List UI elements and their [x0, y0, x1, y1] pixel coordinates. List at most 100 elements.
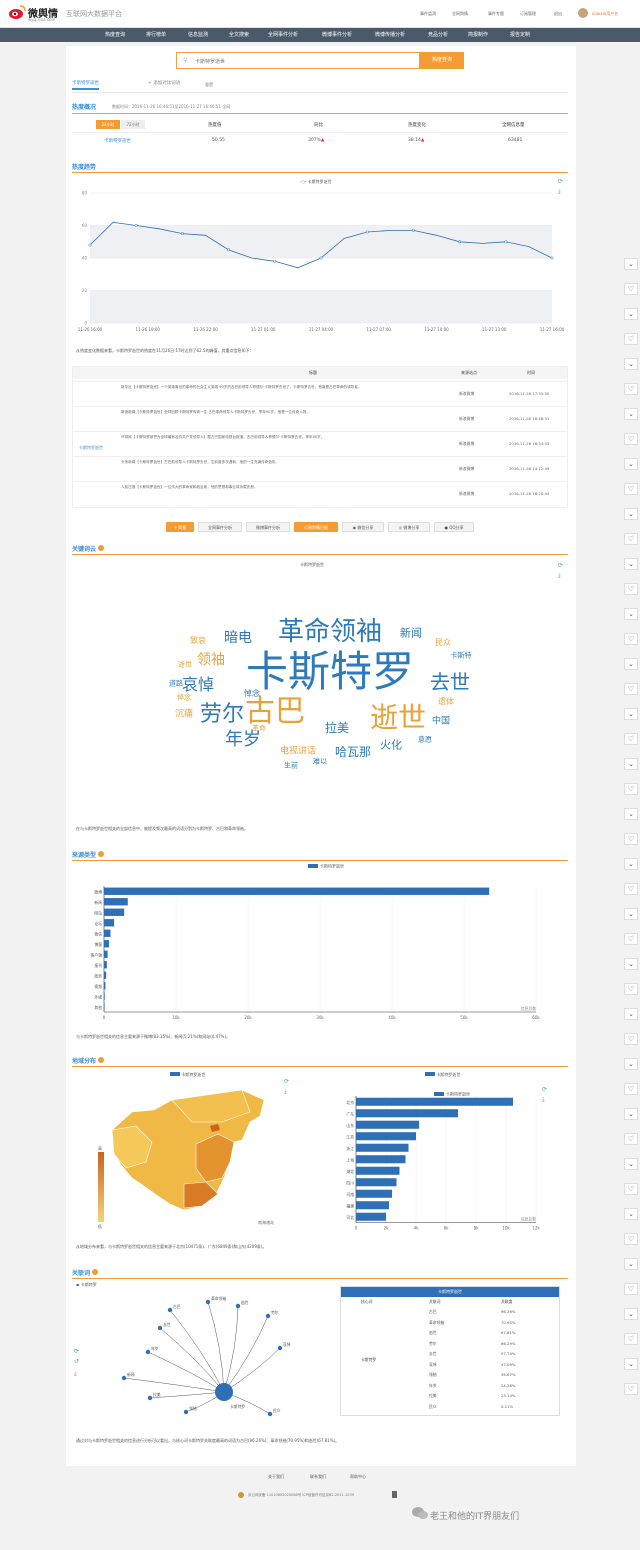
heart-icon[interactable]: ♡ — [624, 633, 638, 645]
heart-icon[interactable]: ♡ — [624, 1183, 638, 1195]
refresh-icon[interactable]: ⟳ — [558, 178, 563, 185]
nav-item-briefing[interactable]: 简报制作 — [468, 31, 488, 38]
key-info-title[interactable]: 人民日报【卡斯特罗逝世】一位伟大的革命家和政治家，他的思想和事业将永载史册。 — [121, 485, 441, 505]
collapse-icon[interactable]: ⌄ — [624, 658, 638, 670]
nav-item-fulltext[interactable]: 全文搜索 — [229, 31, 249, 38]
word-cloud-word[interactable]: 革命 — [252, 725, 266, 733]
header-link-global[interactable]: 全网舆情 — [452, 11, 468, 17]
heart-icon[interactable]: ♡ — [624, 383, 638, 395]
tab-keyword[interactable]: 卡斯特罗逝世 — [72, 80, 99, 90]
word-cloud-word[interactable]: 中国 — [432, 717, 450, 727]
collapse-icon[interactable]: ⌄ — [624, 908, 638, 920]
collapse-icon[interactable]: ⌄ — [624, 1008, 638, 1020]
word-cloud-word[interactable]: 难以 — [313, 758, 327, 766]
word-cloud-word[interactable]: 领袖 — [197, 653, 225, 667]
weibo-logo-icon[interactable] — [8, 4, 26, 20]
collapse-icon[interactable]: ⌄ — [624, 808, 638, 820]
heart-icon[interactable]: ♡ — [624, 833, 638, 845]
username[interactable]: xiaoxin用户名 — [592, 11, 618, 17]
range-72h-button[interactable]: 72小时 — [121, 120, 145, 129]
word-cloud-word[interactable]: 卡斯特罗 — [246, 651, 414, 693]
collapse-icon[interactable]: ⌄ — [624, 758, 638, 770]
nav-item-monitor[interactable]: 信息监测 — [188, 31, 208, 38]
header-link-logout[interactable]: 退出 — [554, 11, 562, 17]
heart-icon[interactable]: ♡ — [624, 883, 638, 895]
heart-icon[interactable]: ♡ — [624, 483, 638, 495]
range-24h-button[interactable]: 24小时 — [96, 120, 120, 129]
collapse-icon[interactable]: ⌄ — [624, 1208, 638, 1220]
heart-icon[interactable]: ♡ — [624, 1333, 638, 1345]
collapse-icon[interactable]: ⌄ — [624, 1158, 638, 1170]
heart-icon[interactable]: ♡ — [624, 1133, 638, 1145]
collapse-icon[interactable]: ⌄ — [624, 858, 638, 870]
word-cloud-word[interactable]: 新闻 — [400, 628, 422, 639]
word-cloud-word[interactable]: 意愿 — [418, 736, 432, 744]
avatar[interactable] — [578, 8, 588, 18]
footer-link-about[interactable]: 关于我们 — [268, 1474, 284, 1480]
heart-icon[interactable]: ♡ — [624, 983, 638, 995]
word-cloud-word[interactable]: 哈瓦那 — [335, 746, 371, 758]
heart-icon[interactable]: ♡ — [624, 1283, 638, 1295]
word-cloud-word[interactable]: 去世 — [430, 672, 470, 692]
heart-icon[interactable]: ♡ — [624, 733, 638, 745]
nav-item-compete[interactable]: 竞品分析 — [428, 31, 448, 38]
word-cloud-word[interactable]: 遗体 — [438, 698, 454, 706]
hot-row-keyword[interactable]: 卡斯特罗逝世 — [104, 138, 131, 144]
search-button[interactable]: 热度查询 — [420, 52, 464, 69]
collapse-icon[interactable]: ⌄ — [624, 1108, 638, 1120]
key-info-title[interactable]: 头条新闻【卡斯特罗逝世】古巴前领导人卡斯特罗去世，生前曾多次遇刺，他的一生充满传… — [121, 460, 441, 480]
collapse-icon[interactable]: ⌄ — [624, 508, 638, 520]
refresh-icon[interactable]: ⟳ — [74, 1348, 79, 1355]
key-info-title[interactable]: 新华社【卡斯特罗逝世】一个英雄离世的革命的社会主义英雄 90岁的古巴前领导人菲德… — [121, 385, 441, 405]
word-cloud-word[interactable]: 劳尔 — [200, 704, 244, 726]
key-info-title[interactable]: 新浪新闻【卡斯特罗逝世】全球回顾卡斯特罗传奇一生 古巴革命领导人卡斯特罗去世，享… — [121, 410, 441, 430]
word-cloud-word[interactable]: 沉痛 — [175, 710, 193, 720]
word-cloud-word[interactable]: 年岁 — [225, 731, 261, 749]
restore-icon[interactable]: ↺ — [74, 1358, 79, 1365]
word-cloud-word[interactable]: 悼念 — [177, 694, 191, 702]
weibo-share-button[interactable]: ◎ 微博分享 — [388, 522, 430, 532]
download-icon[interactable]: ⤓ — [558, 572, 561, 580]
refresh-icon[interactable]: ⟳ — [558, 562, 563, 569]
download-icon[interactable]: ⤓ — [74, 1370, 77, 1378]
weibo-event-button[interactable]: 微博事件分析 — [246, 522, 290, 532]
heart-icon[interactable]: ♡ — [624, 1233, 638, 1245]
heart-icon[interactable]: ♡ — [624, 1383, 638, 1395]
qq-share-button[interactable]: ● QQ分享 — [434, 522, 474, 532]
word-cloud-word[interactable]: 民众 — [435, 639, 451, 647]
word-cloud-word[interactable]: 革命领袖 — [278, 619, 382, 645]
word-cloud-word[interactable]: 逝世 — [370, 704, 426, 732]
nav-item-weibo-event[interactable]: 微博事件分析 — [322, 31, 352, 38]
header-link-subscribe[interactable]: 订阅管理 — [520, 11, 536, 17]
word-cloud-word[interactable]: 生前 — [284, 762, 298, 770]
add-compare-button[interactable]: + 添加对比词语 — [148, 80, 180, 86]
collapse-icon[interactable]: ⌄ — [624, 1358, 638, 1370]
nav-item-hot-query[interactable]: 热度查询 — [105, 31, 125, 38]
heart-icon[interactable]: ♡ — [624, 933, 638, 945]
collapse-icon[interactable]: ⌄ — [624, 558, 638, 570]
collapse-icon[interactable]: ⌄ — [624, 458, 638, 470]
heart-icon[interactable]: ♡ — [624, 433, 638, 445]
key-info-title[interactable]: 环球网【卡斯特罗被誉为全球最有名的共产党领导人】据古巴国家电视台报道，古巴前领导… — [121, 435, 441, 455]
heart-icon[interactable]: ♡ — [624, 683, 638, 695]
word-cloud-word[interactable]: 电视讲话 — [280, 747, 316, 757]
nav-item-weibo-spread[interactable]: 微博传播分析 — [375, 31, 405, 38]
collapse-icon[interactable]: ⌄ — [624, 308, 638, 320]
collapse-icon[interactable]: ⌄ — [624, 958, 638, 970]
nav-item-report[interactable]: 报告定制 — [510, 31, 530, 38]
heart-icon[interactable]: ♡ — [624, 783, 638, 795]
collapse-icon[interactable]: ⌄ — [624, 408, 638, 420]
heart-icon[interactable]: ♡ — [624, 1083, 638, 1095]
footer-link-help[interactable]: 帮助中心 — [350, 1474, 366, 1480]
map-legend[interactable]: 卡斯特罗逝世 — [170, 1072, 205, 1078]
heart-icon[interactable]: ♡ — [624, 1033, 638, 1045]
word-cloud-word[interactable]: 暗电 — [224, 631, 252, 645]
collapse-icon[interactable]: ⌄ — [624, 1058, 638, 1070]
heart-icon[interactable]: ♡ — [624, 283, 638, 295]
heart-icon[interactable]: ♡ — [624, 583, 638, 595]
wechat-share-button[interactable]: ◉ 微信分享 — [342, 522, 384, 532]
subscribe-daily-button[interactable]: 订阅舆情日报 — [294, 522, 338, 532]
nav-item-global-event[interactable]: 全网事件分析 — [268, 31, 298, 38]
collapse-icon[interactable]: ⌄ — [624, 1308, 638, 1320]
word-cloud-word[interactable]: 悼念 — [244, 690, 260, 698]
